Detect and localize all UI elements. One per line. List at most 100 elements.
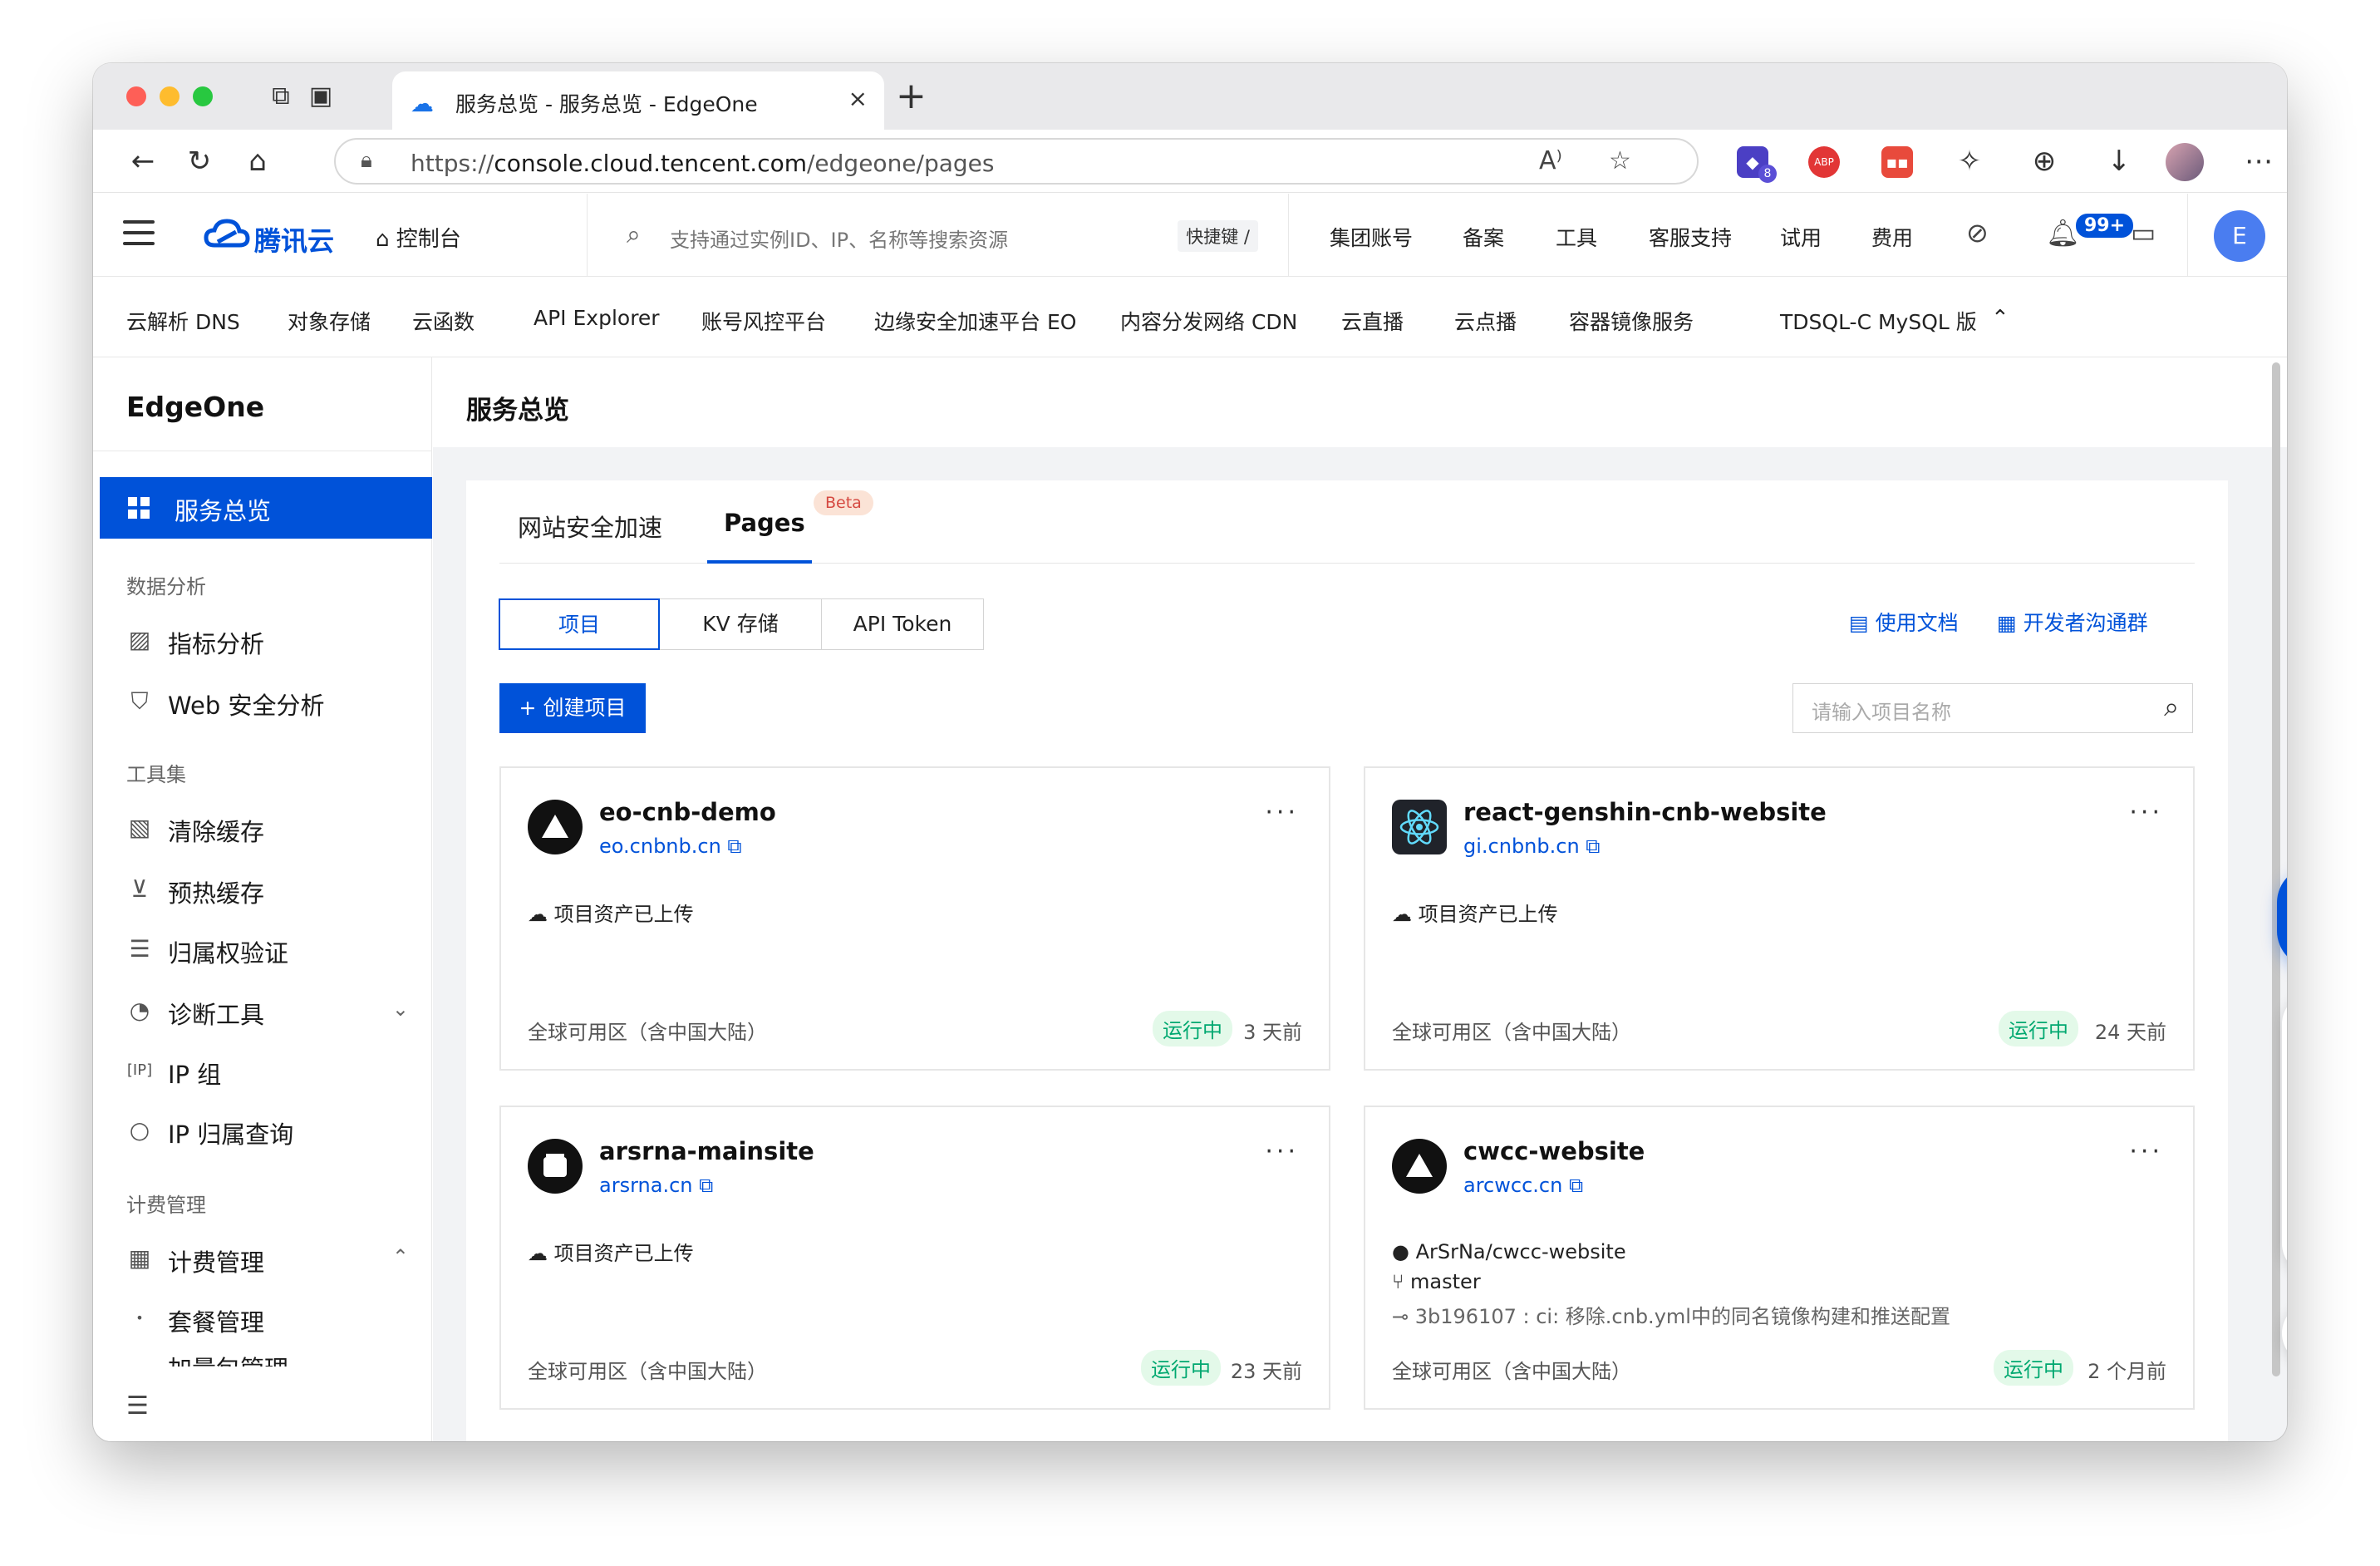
browser-tab-active[interactable]: ☁ 服务总览 - 服务总览 - EdgeOne ×	[392, 71, 884, 130]
sidebar-item-ip-group[interactable]: [IP] IP 组	[126, 1054, 409, 1087]
project-domain-link[interactable]: gi.cnbnb.cn ⧉	[1463, 835, 1600, 858]
sidebar-item-ip-lookup[interactable]: ○ IP 归属查询	[126, 1114, 409, 1147]
home-icon[interactable]: ⌂	[239, 143, 276, 180]
address-bar[interactable]: 🔒︎ https://console.cloud.tencent.com/edg…	[334, 138, 1699, 185]
new-tab-button[interactable]: +	[896, 75, 927, 117]
chart-icon: ▨	[126, 627, 153, 653]
project-domain-link[interactable]: arsrna.cn ⧉	[599, 1174, 713, 1197]
docs-button[interactable]: ▥ 文档	[2282, 1101, 2287, 1161]
header-link-group-account[interactable]: 集团账号	[1330, 222, 1413, 252]
collapse-chevron-icon[interactable]: ⌃	[1991, 306, 2009, 331]
close-window-button[interactable]	[126, 86, 146, 106]
sidebar-item-overview[interactable]: 服务总览	[100, 477, 432, 539]
project-name[interactable]: eo-cnb-demo	[599, 798, 776, 826]
feedback-button[interactable]: ▤ 反馈	[2282, 1192, 2287, 1253]
header-link-beian[interactable]: 备案	[1463, 222, 1504, 252]
create-project-button[interactable]: + 创建项目	[499, 683, 646, 733]
more-options-icon[interactable]: ···	[1265, 1137, 1299, 1166]
extension-red-icon[interactable]: ▪▪	[1881, 146, 1913, 178]
reload-icon[interactable]: ↻	[181, 143, 218, 180]
header-link-trial[interactable]: 试用	[1780, 222, 1822, 252]
extensions-puzzle-icon[interactable]: ✧	[1951, 143, 1988, 180]
zoom-window-button[interactable]	[193, 86, 213, 106]
console-link[interactable]: ⌂ 控制台	[376, 222, 461, 253]
sidebar-item-ownership[interactable]: ☰ 归属权验证	[126, 933, 409, 966]
news-button[interactable]: ☁ 动态	[2282, 1009, 2287, 1070]
project-name[interactable]: react-genshin-cnb-website	[1463, 798, 1827, 826]
project-card[interactable]: arsrna-mainsite arsrna.cn ⧉ ··· ☁ 项目资产已上…	[499, 1106, 1330, 1410]
minimize-window-button[interactable]	[160, 86, 179, 106]
project-card[interactable]: react-genshin-cnb-website gi.cnbnb.cn ⧉ …	[1364, 766, 2195, 1071]
menu-icon[interactable]	[123, 220, 155, 245]
tab-site-acceleration[interactable]: 网站安全加速	[518, 509, 662, 544]
sidebar-item-billing[interactable]: ▦ 计费管理 ⌃	[126, 1242, 409, 1275]
status-badge: 运行中	[1999, 1011, 2078, 1046]
more-options-icon[interactable]: ···	[2129, 1137, 2163, 1166]
chevron-up-icon: ⌃	[392, 1245, 409, 1268]
more-menu-icon[interactable]: ⋯	[2240, 143, 2277, 180]
sidebar-item-plans[interactable]: • 套餐管理	[126, 1302, 409, 1335]
tab-actions-icon[interactable]: ▣	[304, 80, 337, 113]
back-arrow-icon[interactable]: ←	[125, 143, 161, 180]
project-domain-link[interactable]: arcwcc.cn ⧉	[1463, 1174, 1583, 1197]
commit-info: ⊸ 3b196107 : ci: 移除.cnb.yml中的同名镜像构建和推送配置	[1392, 1300, 1950, 1329]
project-search-input[interactable]: 请输入项目名称 ⌕	[1792, 683, 2193, 733]
docs-link[interactable]: ▤ 使用文档	[1849, 607, 1959, 637]
seg-projects[interactable]: 项目	[499, 598, 660, 650]
more-options-icon[interactable]: ···	[1265, 798, 1299, 827]
workspaces-icon[interactable]: ⧉	[264, 80, 298, 113]
favorite-star-icon[interactable]: ☆	[1609, 146, 1631, 175]
header-link-support[interactable]: 客服支持	[1649, 222, 1732, 252]
header-link-billing[interactable]: 费用	[1871, 222, 1913, 252]
active-tab-underline	[707, 560, 812, 564]
project-name[interactable]: arsrna-mainsite	[599, 1137, 814, 1165]
more-options-icon[interactable]: ···	[2129, 798, 2163, 827]
collections-icon[interactable]: ⊕	[2026, 143, 2063, 180]
global-search[interactable]: ⌕ 支持通过实例ID、IP、名称等搜索资源 快捷键 /	[627, 219, 1258, 252]
seg-kv-storage[interactable]: KV 存储	[659, 598, 822, 650]
ai-assistant-icon[interactable]: ⊘	[1966, 217, 1989, 249]
quicklink-scf[interactable]: 云函数	[412, 306, 475, 336]
cloud-upload-icon: ☁	[528, 903, 548, 926]
sidebar-item-addon[interactable]: 加量包管理	[126, 1348, 409, 1367]
page-scrollbar[interactable]	[2272, 362, 2280, 1376]
repo-link[interactable]: ● ArSrNa/cwcc-website	[1392, 1240, 1626, 1263]
sidebar-item-web-security[interactable]: ⛉ Web 安全分析	[126, 685, 409, 718]
sidebar-item-diagnose[interactable]: ◔ 诊断工具 ⌄	[126, 994, 409, 1027]
quicklink-risk[interactable]: 账号风控平台	[701, 306, 826, 336]
tab-pages[interactable]: Pages	[724, 509, 805, 537]
sidebar-item-metrics[interactable]: ▨ 指标分析	[126, 623, 409, 657]
quicklink-api-explorer[interactable]: API Explorer	[534, 306, 660, 330]
quicklink-vod[interactable]: 云点播	[1454, 306, 1517, 336]
project-name[interactable]: cwcc-website	[1463, 1137, 1645, 1165]
search-placeholder: 请输入项目名称	[1812, 696, 1951, 725]
quicklink-dns[interactable]: 云解析 DNS	[126, 306, 240, 336]
sidebar-item-label: 服务总览	[175, 492, 271, 527]
search-icon: ⌕	[2164, 691, 2179, 723]
quicklink-edgeone[interactable]: 边缘安全加速平台 EO	[874, 306, 1076, 336]
quicklink-tcr[interactable]: 容器镜像服务	[1569, 306, 1694, 336]
adblock-icon[interactable]: ABP	[1808, 146, 1840, 178]
project-card[interactable]: eo-cnb-demo eo.cnbnb.cn ⧉ ··· ☁ 项目资产已上传 …	[499, 766, 1330, 1071]
download-icon[interactable]: ↓	[2101, 143, 2137, 180]
profile-avatar[interactable]	[2166, 143, 2204, 181]
qrcode-icon: ▦	[1997, 611, 2017, 635]
git-commit-icon: ⊸	[1392, 1305, 1409, 1328]
collapse-sidebar-icon[interactable]: ☰	[126, 1391, 149, 1421]
quicklink-cdn[interactable]: 内容分发网络 CDN	[1120, 306, 1297, 336]
close-tab-icon[interactable]: ×	[848, 85, 868, 112]
dev-group-link[interactable]: ▦ 开发者沟通群	[1997, 607, 2148, 637]
workorder-icon[interactable]: ▭	[2131, 217, 2156, 249]
read-aloud-icon[interactable]: A⁾	[1539, 146, 1562, 175]
quicklink-tdsql[interactable]: TDSQL-C MySQL 版	[1780, 306, 1977, 336]
seg-api-token[interactable]: API Token	[821, 598, 984, 650]
sidebar: EdgeOne 服务总览 数据分析 ▨ 指标分析 ⛉ Web 安全分析 工具集 …	[93, 357, 432, 1441]
quicklink-cos[interactable]: 对象存储	[288, 306, 371, 336]
user-avatar[interactable]: E	[2214, 210, 2265, 262]
sidebar-item-purge[interactable]: ▧ 清除缓存	[126, 811, 409, 845]
project-card[interactable]: cwcc-website arcwcc.cn ⧉ ··· ● ArSrNa/cw…	[1364, 1106, 2195, 1410]
quicklink-live[interactable]: 云直播	[1341, 306, 1404, 336]
header-link-tools[interactable]: 工具	[1556, 222, 1597, 252]
project-domain-link[interactable]: eo.cnbnb.cn ⧉	[599, 835, 742, 858]
sidebar-item-prefetch[interactable]: ⊻ 预热缓存	[126, 873, 409, 906]
